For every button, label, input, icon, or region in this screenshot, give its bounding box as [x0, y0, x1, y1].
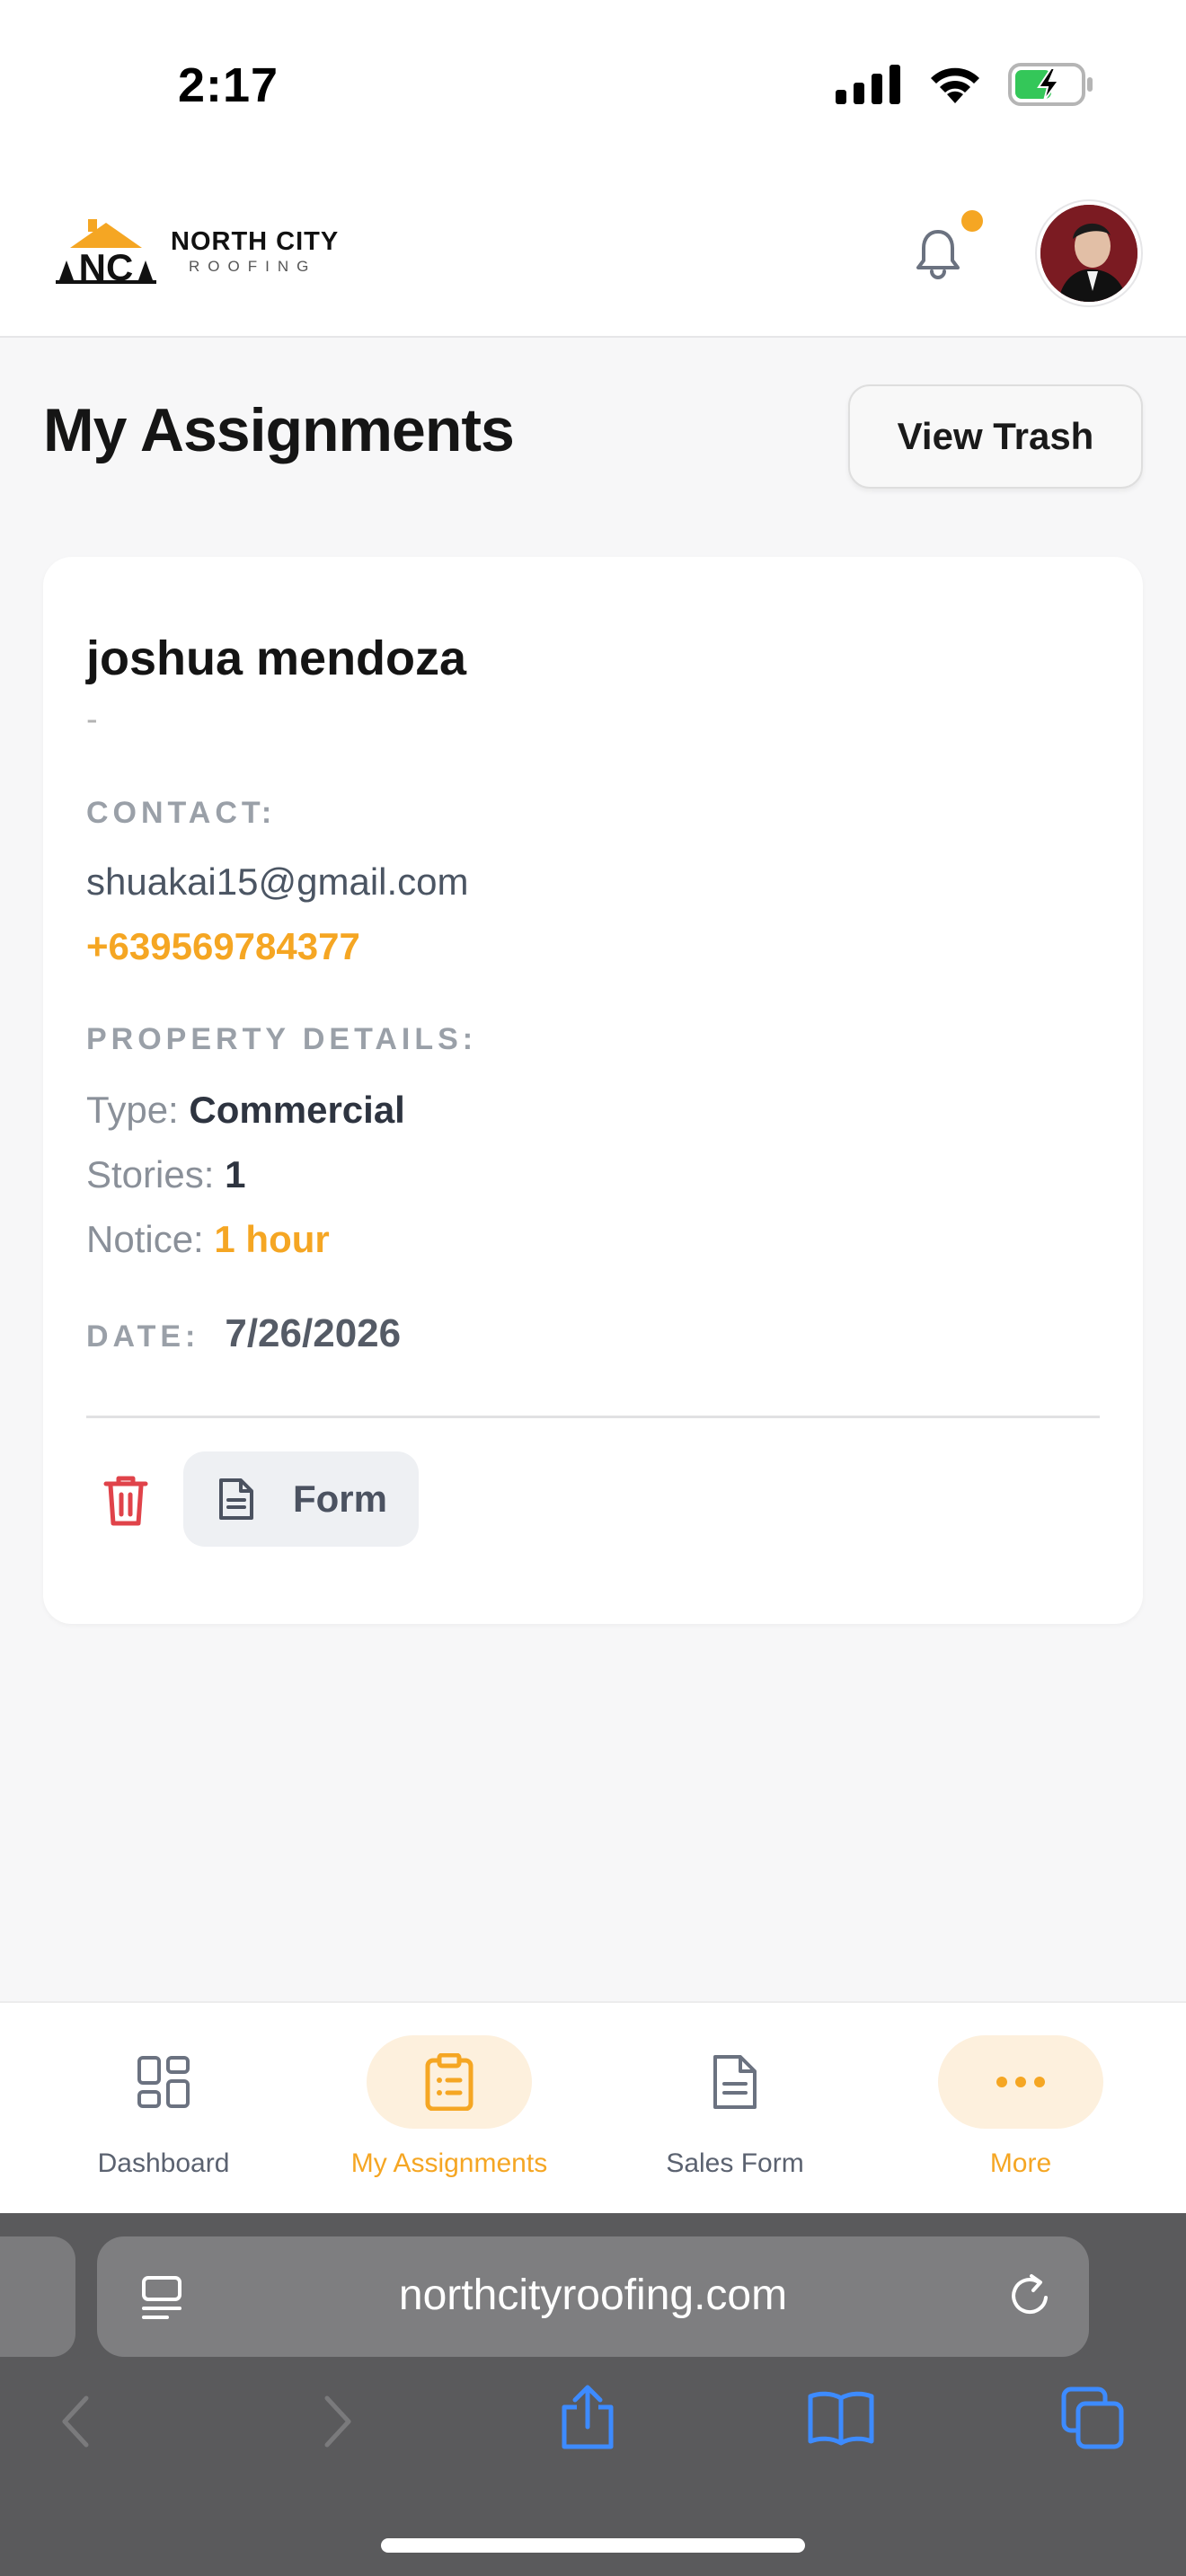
logo-house-icon: NC [56, 219, 156, 287]
tabs-icon[interactable] [1060, 2386, 1125, 2450]
wifi-icon [931, 67, 979, 103]
status-bar: 2:17 [0, 0, 1186, 180]
nav-dashboard-icon-wrap [81, 2035, 246, 2129]
more-icon [996, 2077, 1045, 2087]
logo-text: NORTH CITY ROOFING [171, 227, 340, 275]
property-type: Type: Commercial [86, 1089, 405, 1132]
grid-icon [137, 2056, 190, 2108]
trash-icon[interactable] [101, 1473, 151, 1529]
cellular-signal-icon [836, 65, 900, 104]
property-stories-value: 1 [225, 1153, 246, 1195]
nav-item-my-assignments[interactable]: My Assignments [314, 2035, 584, 2179]
url-text: northcityroofing.com [398, 2272, 788, 2319]
back-icon[interactable] [58, 2393, 93, 2450]
notification-dot [961, 210, 983, 232]
share-icon[interactable] [559, 2384, 616, 2452]
reload-icon[interactable] [1005, 2271, 1055, 2321]
page-title: My Assignments [43, 396, 515, 464]
assignment-card: joshua mendoza - CONTACT: shuakai15@gmai… [43, 557, 1143, 1624]
profile-photo [1040, 205, 1137, 302]
property-stories-label: Stories: [86, 1153, 215, 1195]
home-indicator [381, 2538, 805, 2553]
bell-icon[interactable] [915, 226, 961, 280]
nav-item-sales-form[interactable]: Sales Form [600, 2035, 870, 2179]
nav-assignments-icon-wrap [367, 2035, 532, 2129]
view-trash-button[interactable]: View Trash [848, 384, 1143, 489]
date-row: DATE: 7/26/2026 [86, 1311, 401, 1356]
nav-more-icon-wrap [938, 2035, 1103, 2129]
date-label: DATE: [86, 1319, 200, 1354]
property-type-label: Type: [86, 1089, 179, 1131]
nav-label-my-assignments: My Assignments [350, 2148, 548, 2178]
nav-sales-icon-wrap [652, 2035, 818, 2129]
contact-phone[interactable]: +639569784377 [86, 925, 360, 968]
browser-chrome: northcityroofing.com [0, 2213, 1186, 2576]
logo-name: NORTH CITY [171, 227, 340, 256]
form-button-label: Form [293, 1478, 387, 1520]
address-bar[interactable]: northcityroofing.com [97, 2236, 1089, 2357]
nav-label-sales-form: Sales Form [666, 2148, 804, 2178]
property-notice-label: Notice: [86, 1218, 204, 1260]
client-subtitle: - [86, 701, 98, 738]
date-value: 7/26/2026 [225, 1311, 402, 1355]
avatar[interactable] [1037, 201, 1141, 305]
forward-icon[interactable] [320, 2393, 356, 2450]
nav-item-more[interactable]: More [886, 2035, 1155, 2179]
status-icons [836, 63, 1094, 106]
bookmarks-icon[interactable] [807, 2389, 875, 2447]
app-header: NC NORTH CITY ROOFING [0, 180, 1186, 338]
nav-item-dashboard[interactable]: Dashboard [29, 2035, 298, 2179]
nav-label-dashboard: Dashboard [97, 2148, 230, 2178]
bottom-nav: Dashboard My Assignments Sales Form More [0, 2001, 1186, 2213]
property-type-value: Commercial [189, 1089, 405, 1131]
property-notice: Notice: 1 hour [86, 1218, 330, 1261]
nav-label-more: More [989, 2148, 1052, 2178]
status-time: 2:17 [178, 58, 279, 112]
battery-charging-icon [1008, 63, 1093, 106]
logo-subtitle: ROOFING [189, 258, 317, 275]
contact-label: CONTACT: [86, 796, 277, 830]
previous-tab-stub[interactable] [0, 2236, 75, 2357]
card-divider [86, 1416, 1100, 1418]
property-stories: Stories: 1 [86, 1153, 245, 1196]
document-icon [713, 2055, 757, 2109]
form-button[interactable]: Form [183, 1451, 419, 1547]
contact-email[interactable]: shuakai15@gmail.com [86, 860, 469, 904]
property-notice-value: 1 hour [214, 1218, 330, 1260]
property-details-label: PROPERTY DETAILS: [86, 1022, 478, 1056]
document-icon [219, 1478, 253, 1520]
company-logo[interactable]: NC NORTH CITY ROOFING [52, 216, 339, 287]
client-name: joshua mendoza [86, 631, 467, 685]
clipboard-icon [425, 2053, 474, 2111]
